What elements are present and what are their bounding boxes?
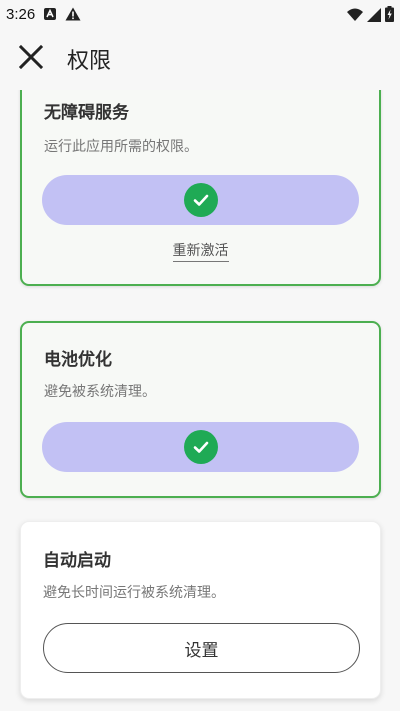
status-bar: 3:26 xyxy=(0,0,400,28)
status-time: 3:26 xyxy=(6,5,36,23)
accessibility-granted-button[interactable] xyxy=(42,175,359,225)
autostart-settings-button[interactable]: 设置 xyxy=(43,623,360,673)
app-bar: 权限 xyxy=(0,28,400,90)
warning-icon xyxy=(65,7,81,21)
page-title: 权限 xyxy=(67,49,112,74)
battery-charging-icon xyxy=(385,6,394,26)
battery-description: 避免被系统清理。 xyxy=(44,384,156,400)
permissions-list[interactable]: 无障碍服务 运行此应用所需的权限。 重新激活 电池优化 避免被系统清理。 自动启… xyxy=(0,90,400,711)
accessibility-title: 无障碍服务 xyxy=(44,103,129,123)
battery-optimization-card: 电池优化 避免被系统清理。 xyxy=(20,321,381,498)
close-icon xyxy=(18,44,44,73)
battery-granted-button[interactable] xyxy=(42,422,359,472)
check-icon xyxy=(183,430,218,464)
battery-title: 电池优化 xyxy=(44,350,112,370)
check-icon xyxy=(183,183,218,217)
signal-icon xyxy=(367,7,381,26)
accessibility-description: 运行此应用所需的权限。 xyxy=(44,139,198,155)
autostart-card: 自动启动 避免长时间运行被系统清理。 设置 xyxy=(20,521,381,699)
autostart-description: 避免长时间运行被系统清理。 xyxy=(43,585,225,601)
reactivate-link[interactable]: 重新激活 xyxy=(22,240,379,262)
notification-a-icon xyxy=(43,7,57,21)
autostart-title: 自动启动 xyxy=(43,551,111,571)
close-button[interactable] xyxy=(7,35,55,83)
accessibility-permission-card: 无障碍服务 运行此应用所需的权限。 重新激活 xyxy=(20,90,381,286)
wifi-icon xyxy=(347,7,363,26)
reactivate-label: 重新激活 xyxy=(172,243,229,262)
